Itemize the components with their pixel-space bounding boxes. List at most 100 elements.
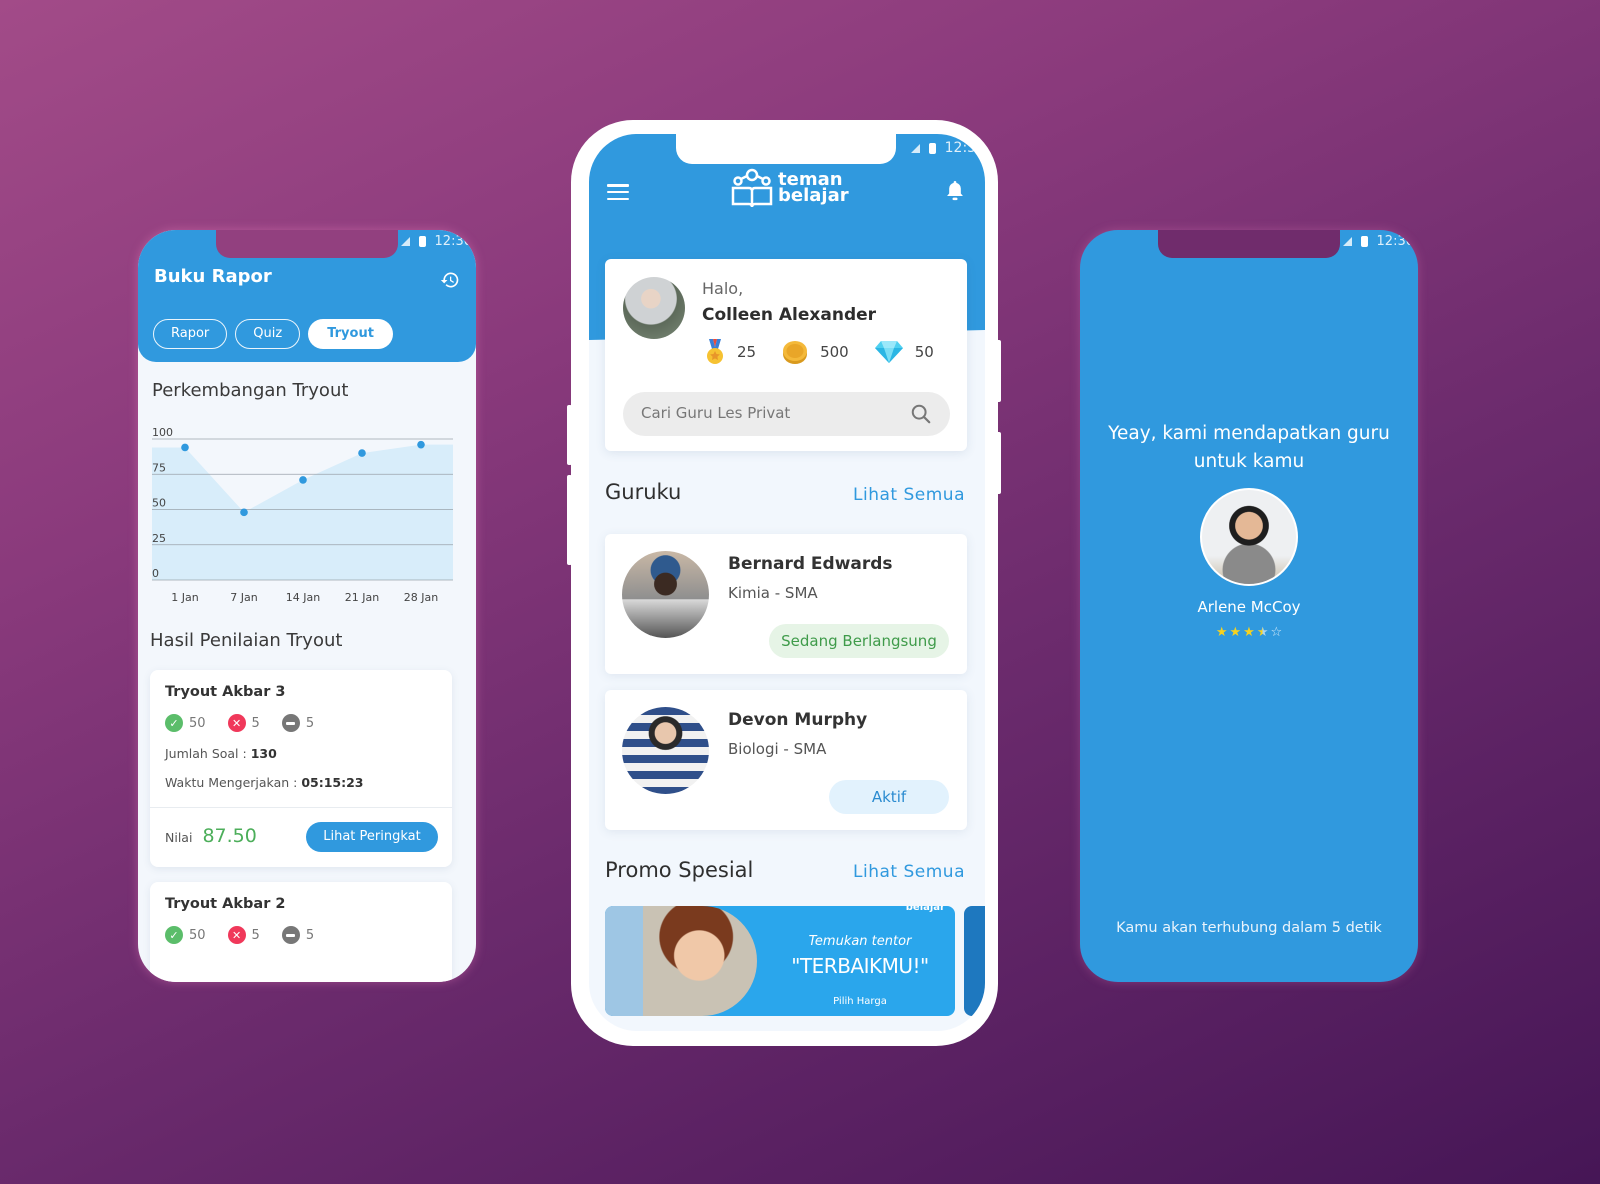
data-point bbox=[181, 443, 189, 452]
star-full-icon: ★ bbox=[1215, 625, 1228, 640]
wrong-stat: ✕ 5 bbox=[227, 714, 260, 732]
status-time: 12:30 bbox=[1376, 234, 1414, 249]
y-tick-label: 75 bbox=[152, 461, 166, 474]
phone-side-button bbox=[567, 405, 572, 465]
rewards-row: 25 500 50 bbox=[705, 339, 934, 365]
match-found-screen: 12:30 Yeay, kami mendapatkan guru untuk … bbox=[1080, 230, 1418, 982]
minus-circle-icon bbox=[281, 926, 300, 944]
page-title: Buku Rapor bbox=[154, 266, 272, 287]
skipped-count: 5 bbox=[305, 715, 315, 731]
signal-icon bbox=[910, 143, 920, 153]
rapor-header: 12:30 Buku Rapor Rapor Quiz Tryout bbox=[138, 230, 476, 362]
profile-card: Halo, Colleen Alexander 25 500 50 Cari G… bbox=[605, 259, 967, 451]
search-placeholder: Cari Guru Les Privat bbox=[641, 404, 791, 422]
tab-tryout[interactable]: Tryout bbox=[308, 319, 393, 349]
status-bar: 12:30 bbox=[1342, 234, 1414, 249]
search-icon[interactable] bbox=[910, 403, 932, 425]
medal-reward: 25 bbox=[705, 339, 756, 365]
tab-rapor[interactable]: Rapor bbox=[153, 319, 228, 349]
battery-icon bbox=[1360, 236, 1368, 247]
wrong-stat: ✕ 5 bbox=[227, 926, 260, 944]
teacher-name: Bernard Edwards bbox=[728, 554, 893, 574]
promo-banner[interactable]: Temukan tentor "TERBAIKMU!" Pilih Harga … bbox=[605, 906, 955, 1016]
minus-circle-icon bbox=[281, 714, 300, 732]
wrong-count: 5 bbox=[251, 927, 260, 943]
correct-count: 50 bbox=[189, 927, 206, 943]
brand-logo: teman belajar bbox=[730, 168, 849, 208]
promo-headline: "TERBAIKMU!" bbox=[791, 954, 929, 978]
tab-quiz[interactable]: Quiz bbox=[235, 319, 301, 349]
x-circle-icon: ✕ bbox=[227, 926, 246, 944]
score: Nilai 87.50 bbox=[165, 825, 257, 847]
result-card: Tryout Akbar 3 ✓ 50 ✕ 5 5 Jumlah Soal : … bbox=[150, 670, 452, 867]
answer-stats: ✓ 50 ✕ 5 5 bbox=[165, 714, 314, 732]
correct-stat: ✓ 50 bbox=[165, 926, 206, 944]
status-time: 12:30 bbox=[434, 234, 472, 249]
medal-icon bbox=[707, 339, 723, 364]
promo-tagline: Temukan tentor bbox=[808, 934, 912, 949]
status-badge[interactable]: Aktif bbox=[829, 780, 949, 814]
promo-photo bbox=[605, 906, 757, 1016]
status-bar: 12:30 bbox=[910, 140, 985, 156]
phone-notch bbox=[1158, 230, 1340, 258]
teacher-card[interactable]: Devon Murphy Biologi - SMA Aktif bbox=[605, 690, 967, 830]
status-badge: Sedang Berlangsung bbox=[769, 624, 949, 658]
match-message: Yeay, kami mendapatkan guru untuk kamu bbox=[1108, 423, 1390, 472]
phone-notch bbox=[676, 134, 896, 164]
star-full-icon: ★ bbox=[1229, 625, 1242, 640]
star-half-icon: ★ bbox=[1256, 625, 1269, 640]
history-icon[interactable] bbox=[440, 270, 460, 290]
skipped-count: 5 bbox=[305, 927, 315, 943]
answer-stats: ✓ 50 ✕ 5 5 bbox=[165, 926, 314, 944]
status-time: 12:30 bbox=[944, 140, 985, 156]
check-circle-icon: ✓ bbox=[165, 926, 183, 944]
check-circle-icon: ✓ bbox=[165, 714, 183, 732]
phone-side-button bbox=[567, 475, 572, 565]
coin-icon bbox=[783, 341, 808, 364]
teacher-card[interactable]: Bernard Edwards Kimia - SMA Sedang Berla… bbox=[605, 534, 967, 674]
promo-see-all-link[interactable]: Lihat Semua bbox=[853, 862, 965, 882]
teacher-avatar bbox=[622, 551, 709, 638]
diamond-reward: 50 bbox=[874, 340, 934, 364]
teacher-avatar bbox=[622, 707, 709, 794]
question-total-label: Jumlah Soal : bbox=[165, 746, 251, 761]
results-section-title: Hasil Penilaian Tryout bbox=[150, 630, 343, 651]
brand-name-line2: belajar bbox=[778, 185, 849, 206]
result-title: Tryout Akbar 3 bbox=[165, 684, 286, 700]
score-label: Nilai bbox=[165, 830, 193, 845]
score-value: 87.50 bbox=[202, 825, 257, 847]
coin-reward: 500 bbox=[782, 339, 849, 365]
x-tick-label: 7 Jan bbox=[230, 591, 257, 604]
notification-bell-icon[interactable] bbox=[945, 179, 965, 203]
rapor-screen: 12:30 Buku Rapor Rapor Quiz Tryout Perke… bbox=[138, 230, 476, 982]
matched-teacher-name: Arlene McCoy bbox=[1197, 598, 1301, 616]
star-full-icon: ★ bbox=[1243, 625, 1255, 640]
teachers-see-all-link[interactable]: Lihat Semua bbox=[853, 485, 965, 505]
phone-notch bbox=[216, 230, 398, 258]
user-avatar[interactable] bbox=[623, 277, 685, 339]
home-screen: 12:30 teman belajar Halo, Colleen Alexan… bbox=[589, 134, 985, 1031]
y-tick-label: 50 bbox=[152, 497, 166, 510]
coin-count: 500 bbox=[820, 343, 849, 361]
hamburger-menu-icon[interactable] bbox=[607, 184, 629, 200]
view-ranking-button[interactable]: Lihat Peringkat bbox=[306, 822, 438, 852]
diamond-count: 50 bbox=[914, 343, 934, 361]
promo-banner-next[interactable] bbox=[964, 906, 985, 1016]
x-circle-icon: ✕ bbox=[227, 714, 246, 732]
teacher-name: Devon Murphy bbox=[728, 710, 868, 730]
medal-count: 25 bbox=[737, 343, 757, 361]
result-title: Tryout Akbar 2 bbox=[165, 896, 286, 912]
promo-cta: Pilih Harga bbox=[833, 996, 887, 1007]
wrong-count: 5 bbox=[251, 715, 260, 731]
x-tick-label: 28 Jan bbox=[404, 591, 438, 604]
data-point bbox=[358, 449, 366, 457]
phone-side-button bbox=[996, 340, 1001, 402]
correct-stat: ✓ 50 bbox=[165, 714, 206, 732]
book-network-icon bbox=[731, 168, 773, 208]
data-point bbox=[299, 476, 307, 484]
question-total: Jumlah Soal : 130 bbox=[165, 746, 277, 761]
chart-area bbox=[152, 444, 453, 580]
teachers-section-title: Guruku bbox=[605, 480, 682, 504]
search-input[interactable]: Cari Guru Les Privat bbox=[623, 392, 950, 436]
tab-bar: Rapor Quiz Tryout bbox=[153, 319, 393, 349]
